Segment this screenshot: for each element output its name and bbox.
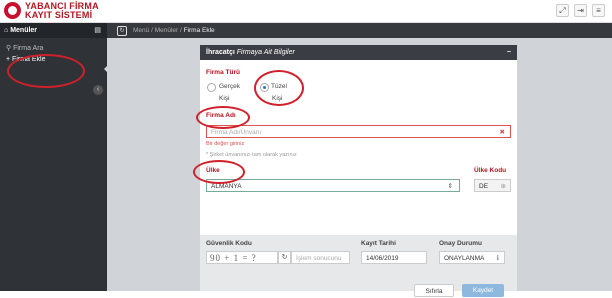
- app-logo-text: YABANCI FİRMA KAYIT SİSTEMİ: [25, 2, 99, 20]
- radio-label: Gerçek: [219, 83, 240, 90]
- sidebar-item-label: Firma Ekle: [12, 56, 46, 63]
- ulke-label: Ülke: [206, 167, 220, 174]
- radio-label: Kişi: [219, 95, 230, 102]
- breadcrumb: ↻ Menü / Menüler / Firma Ekle: [107, 23, 612, 38]
- captcha-image: 90 + 1 = ?: [206, 251, 278, 264]
- sidebar-item-firma-ekle[interactable]: + Firma Ekle: [0, 54, 107, 65]
- kayit-tarihi-field: 14/06/2019: [361, 251, 427, 264]
- back-arrow-icon[interactable]: ‹: [93, 85, 103, 95]
- logo-icon: [4, 2, 21, 19]
- firma-adi-hint: * Şirket ünvanınızı tam olarak yazınız: [206, 152, 297, 158]
- minimize-icon[interactable]: −: [507, 45, 511, 60]
- ulke-kodu-value: DE: [479, 183, 489, 190]
- ulke-value: ALMANYA: [211, 183, 242, 190]
- panel-header: İhracatçı Firmaya Ait Bilgiler −: [200, 45, 517, 60]
- sidebar-item-firma-ara[interactable]: ⚲ Firma Ara: [0, 43, 107, 54]
- info-icon: ℹ: [496, 255, 499, 262]
- kayit-tarihi-value: 14/06/2019: [366, 255, 399, 262]
- sidebar-item-label: Firma Ara: [13, 45, 44, 52]
- expand-icon[interactable]: ⤢: [556, 4, 569, 17]
- kayit-tarihi-label: Kayıt Tarihi: [361, 240, 396, 247]
- ulke-select[interactable]: ALMANYA ⇕: [206, 179, 460, 192]
- refresh-captcha-icon[interactable]: ↻: [278, 251, 291, 264]
- form-panel: İhracatçı Firmaya Ait Bilgiler − Firma T…: [200, 45, 517, 297]
- select-arrows-icon: ⇕: [447, 183, 453, 190]
- radio-label: Tüzel: [271, 83, 287, 90]
- logout-icon[interactable]: ⇥: [574, 4, 587, 17]
- firma-turu-label: Firma Türü: [206, 69, 240, 76]
- radio-gercek-kisi[interactable]: [207, 83, 216, 92]
- app-header: YABANCI FİRMA KAYIT SİSTEMİ ⤢ ⇥ ≡: [0, 0, 612, 23]
- sidebar-header: ⌂ Menüler ▤: [0, 23, 107, 38]
- onay-durumu-label: Onay Durumu: [439, 240, 482, 247]
- error-icon: ✖: [499, 129, 505, 136]
- sidebar: ⌂ Menüler ▤ ⚲ Firma Ara + Firma Ekle ‹: [0, 23, 108, 291]
- reset-button-label: Sıfırla: [425, 288, 443, 295]
- captcha-input[interactable]: İşlem sonucunu: [291, 251, 350, 264]
- onay-durumu-value: ONAYLANMA: [444, 255, 485, 262]
- plus-icon: +: [6, 56, 11, 63]
- firma-adi-label: Firma Adı: [206, 112, 236, 119]
- guvenlik-kodu-label: Güvenlik Kodu: [206, 240, 252, 247]
- ulke-kodu-field: DE ⊕: [474, 179, 511, 192]
- main-content: ↻ Menü / Menüler / Firma Ekle İhracatçı …: [107, 23, 612, 297]
- captcha-placeholder: İşlem sonucunu: [296, 255, 342, 262]
- search-icon: ⚲: [6, 45, 12, 52]
- breadcrumb-current: Firma Ekle: [183, 27, 215, 34]
- onay-durumu-field: ONAYLANMA ℹ: [439, 251, 505, 264]
- panel-title-bold: İhracatçı: [206, 49, 235, 56]
- panel-title: Firmaya Ait Bilgiler: [236, 49, 295, 56]
- captcha-text: 90 + 1 = ?: [210, 253, 257, 263]
- menu-icon[interactable]: ≡: [592, 4, 605, 17]
- security-section: Güvenlik Kodu 90 + 1 = ? ↻ İşlem sonucun…: [200, 235, 517, 297]
- sidebar-title: Menüler: [10, 27, 38, 34]
- refresh-icon[interactable]: ↻: [117, 26, 127, 36]
- breadcrumb-item[interactable]: Menüler: [155, 27, 178, 34]
- globe-icon: ⊕: [500, 183, 506, 190]
- ulke-kodu-label: Ülke Kodu: [474, 167, 507, 174]
- radio-tuzel-kisi[interactable]: [260, 83, 269, 92]
- logo-line-2: KAYIT SİSTEMİ: [25, 10, 93, 20]
- breadcrumb-item[interactable]: Menü: [133, 27, 149, 34]
- collapse-icon[interactable]: ▤: [94, 23, 101, 38]
- firma-adi-placeholder: Firma Adı/Ünvanı: [211, 129, 262, 136]
- home-icon: ⌂: [4, 27, 9, 34]
- firma-adi-error: Bir değer giriniz: [206, 141, 245, 147]
- firma-adi-input[interactable]: Firma Adı/Ünvanı ✖: [206, 125, 511, 138]
- radio-label: Kişi: [272, 95, 283, 102]
